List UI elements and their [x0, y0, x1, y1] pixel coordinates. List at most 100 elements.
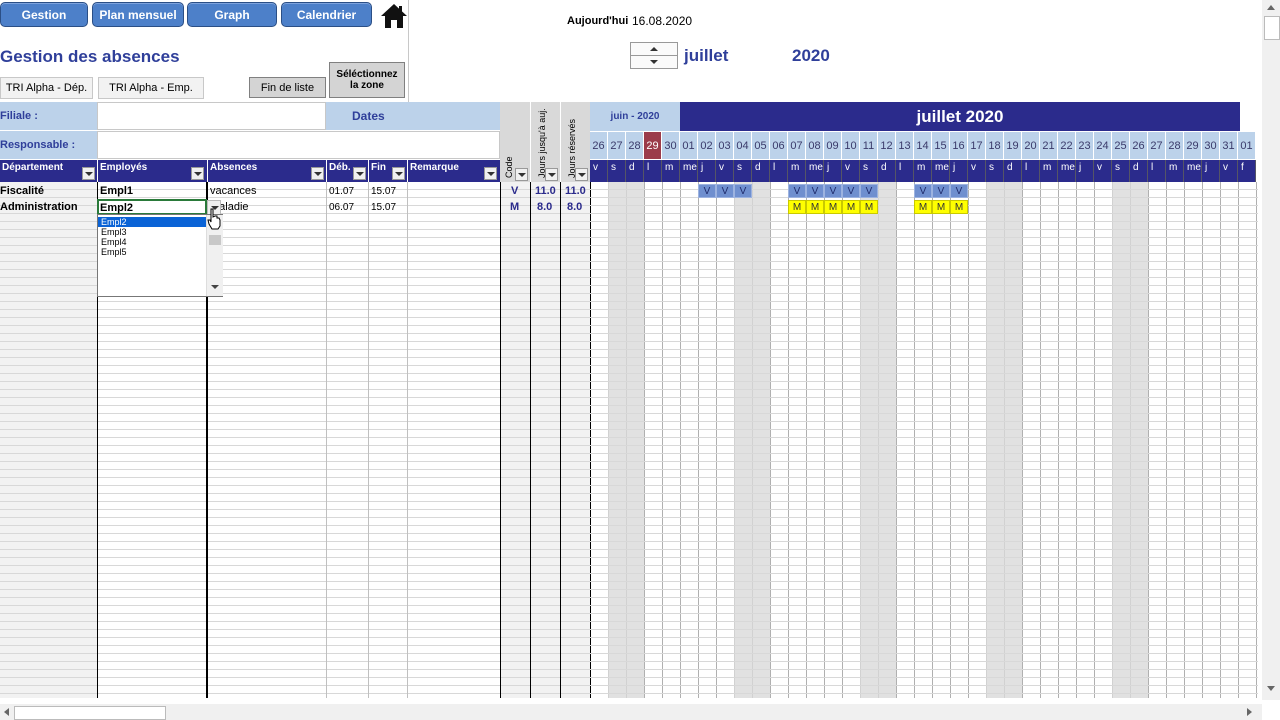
departement-filter-icon[interactable]: [82, 167, 95, 180]
jours-auj-filter-icon[interactable]: [545, 168, 558, 181]
absences-filter-icon[interactable]: [311, 167, 324, 180]
departement-label: Département: [2, 162, 64, 173]
day-number: 28: [1166, 132, 1184, 159]
row1-absence[interactable]: vacances: [210, 185, 256, 197]
vertical-scroll-thumb[interactable]: [1264, 16, 1280, 40]
calendrier-button[interactable]: Calendrier: [281, 2, 372, 27]
row1-jours-res: 11.0: [565, 185, 586, 197]
row1-jours-auj: 11.0: [535, 185, 556, 197]
scroll-up-icon[interactable]: [1267, 5, 1275, 10]
day-number: 06: [770, 132, 788, 159]
scroll-left-icon[interactable]: [4, 708, 9, 716]
graph-button[interactable]: Graph: [187, 2, 277, 27]
scroll-down-icon[interactable]: [211, 285, 219, 289]
debut-label: Déb.: [329, 162, 351, 173]
row2-fin[interactable]: 15.07: [371, 202, 396, 213]
employes-label: Employés: [100, 162, 148, 173]
absences-header: Absences: [208, 160, 326, 182]
employes-filter-icon[interactable]: [191, 167, 204, 180]
day-letter: v: [968, 160, 986, 182]
filiale-label: Filiale :: [0, 110, 38, 122]
row1-fin[interactable]: 15.07: [371, 186, 396, 197]
month-spinner[interactable]: [630, 42, 678, 69]
day-number: 03: [716, 132, 734, 159]
row2-departement[interactable]: Administration: [0, 201, 78, 213]
code-filter-icon[interactable]: [515, 168, 528, 181]
fin-header: Fin: [369, 160, 407, 182]
day-number-highlight: 29: [644, 132, 662, 159]
gestion-button[interactable]: Gestion: [0, 2, 88, 27]
row1-debut[interactable]: 01.07: [329, 186, 354, 197]
row2-debut[interactable]: 06.07: [329, 202, 354, 213]
sick-mark: M: [932, 200, 950, 214]
day-number: 25: [1112, 132, 1130, 159]
dates-label: Dates: [352, 109, 385, 123]
horizontal-scroll-thumb[interactable]: [14, 706, 166, 720]
row2-employe-cell[interactable]: Empl2: [97, 199, 207, 215]
day-letter: me: [1058, 160, 1076, 182]
row1-employe[interactable]: Empl1: [100, 185, 133, 197]
day-number: 20: [1022, 132, 1040, 159]
vertical-scrollbar[interactable]: [1262, 0, 1280, 700]
day-letter: d: [752, 160, 770, 182]
sort-emp-button[interactable]: TRI Alpha - Emp.: [98, 77, 204, 99]
spinner-down-icon[interactable]: [650, 60, 658, 64]
debut-filter-icon[interactable]: [353, 167, 366, 180]
day-letter: j: [698, 160, 716, 182]
day-number: 10: [842, 132, 860, 159]
fin-filter-icon[interactable]: [392, 167, 405, 180]
employe-dropdown-list[interactable]: Empl2 Empl3 Empl4 Empl5: [97, 214, 223, 297]
day-number: 12: [878, 132, 896, 159]
day-letter: d: [878, 160, 896, 182]
day-letter: d: [626, 160, 644, 182]
sick-mark: M: [806, 200, 824, 214]
sick-mark: M: [914, 200, 932, 214]
day-letter: l: [1148, 160, 1166, 182]
row2-employe[interactable]: Empl2: [100, 202, 133, 214]
sort-dep-button[interactable]: TRI Alpha - Dép.: [0, 77, 93, 99]
home-icon[interactable]: [380, 2, 408, 30]
vacation-mark: V: [734, 184, 752, 198]
dropdown-scroll-thumb[interactable]: [209, 235, 221, 245]
fin-de-liste-button[interactable]: Fin de liste: [249, 77, 326, 98]
spinner-up-icon[interactable]: [650, 47, 658, 51]
day-letter: v: [1094, 160, 1112, 182]
row1-departement[interactable]: Fiscalité: [0, 185, 44, 197]
responsable-input[interactable]: [97, 131, 500, 159]
remarque-label: Remarque: [410, 162, 459, 173]
day-letter: me: [680, 160, 698, 182]
scroll-down-arrow-icon[interactable]: [1267, 686, 1275, 691]
day-number: 01: [680, 132, 698, 159]
day-letter: me: [932, 160, 950, 182]
day-number: 27: [608, 132, 626, 159]
day-number: 11: [860, 132, 878, 159]
day-letter: me: [806, 160, 824, 182]
day-number: 29: [1184, 132, 1202, 159]
dropdown-item[interactable]: Empl2: [98, 217, 206, 227]
day-number: 18: [986, 132, 1004, 159]
jours-res-filter-icon[interactable]: [575, 168, 588, 181]
day-number: 02: [698, 132, 716, 159]
month-name: juillet: [684, 46, 729, 65]
remarque-filter-icon[interactable]: [484, 167, 497, 180]
day-letter: j: [1202, 160, 1220, 182]
scroll-right-icon[interactable]: [1247, 708, 1252, 716]
select-zone-button[interactable]: Séléctionnez la zone: [329, 62, 405, 98]
day-letter: l: [644, 160, 662, 182]
day-letter: s: [608, 160, 626, 182]
plan-mensuel-button[interactable]: Plan mensuel: [92, 2, 184, 27]
row2-code: M: [510, 201, 520, 213]
day-number: 28: [626, 132, 644, 159]
horizontal-scrollbar[interactable]: [0, 704, 1262, 720]
row2-jours-auj: 8.0: [537, 201, 553, 213]
dropdown-item[interactable]: Empl4: [98, 237, 206, 247]
vacation-mark: V: [932, 184, 950, 198]
fin-label: Fin: [371, 162, 386, 173]
today-label: Aujourd'hui: [567, 15, 629, 27]
day-number: 07: [788, 132, 806, 159]
filiale-input[interactable]: [97, 102, 326, 130]
day-letter: s: [1112, 160, 1130, 182]
day-letter: s: [986, 160, 1004, 182]
dropdown-item[interactable]: Empl5: [98, 247, 206, 257]
dropdown-item[interactable]: Empl3: [98, 227, 206, 237]
